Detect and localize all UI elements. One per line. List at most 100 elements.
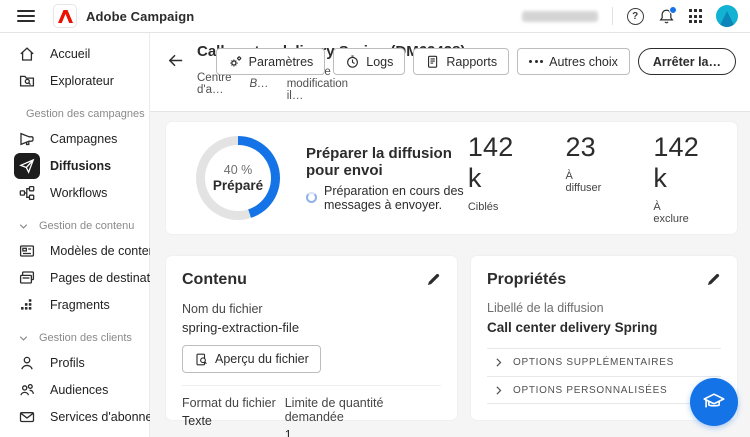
parametres-label: Paramètres — [248, 54, 314, 69]
sidebar-item-label: Explorateur — [50, 73, 114, 88]
proprietes-card-title: Propriétés — [487, 271, 567, 288]
options-supplementaires-row[interactable]: OPTIONS SUPPLÉMENTAIRES — [487, 348, 721, 376]
sidebar-item-label: Workflows — [50, 185, 108, 200]
sidebar-item-pages-de-destination[interactable]: Pages de destination — [8, 264, 167, 291]
spinner-icon — [306, 192, 317, 203]
stat-a-diffuser: 23 À diffuser — [565, 132, 601, 225]
sidebar-item-explorateur[interactable]: Explorateur — [8, 67, 141, 94]
fragments-icon — [14, 292, 40, 318]
notifications-bell-icon[interactable] — [658, 5, 677, 25]
apercu-fichier-button[interactable]: Aperçu du fichier — [182, 345, 321, 373]
landing-pages-icon — [14, 265, 40, 291]
app-switcher-icon[interactable] — [688, 9, 702, 23]
stat-label: Ciblés — [467, 200, 499, 213]
topbar: Adobe Campaign ? — [0, 0, 750, 33]
send-icon — [14, 152, 40, 179]
sidebar-item-label: Modèles de contenu — [50, 243, 163, 258]
limit-label: Limite de quantité demandée — [284, 396, 384, 424]
sidebar-item-accueil[interactable]: Accueil — [8, 40, 141, 67]
subscription-icon — [14, 404, 40, 430]
person-icon — [14, 350, 40, 376]
chevron-right-icon — [496, 358, 502, 367]
sidebar: Accueil Explorateur Gestion des campagne… — [0, 33, 180, 437]
sidebar-section-gestion-campagnes[interactable]: Gestion des campagnes — [8, 103, 145, 125]
sidebar-item-services-abonnement[interactable]: Services d'abonnement — [8, 403, 180, 430]
sidebar-item-audiences[interactable]: Audiences — [8, 376, 141, 403]
delivery-label-caption: Libellé de la diffusion — [487, 301, 604, 315]
sidebar-item-label: Diffusions — [50, 158, 112, 173]
megaphone-icon — [14, 126, 40, 152]
report-icon — [428, 55, 438, 68]
rapports-button[interactable]: Rapports — [413, 48, 510, 75]
header-actions: Paramètres Logs Rapports Autres choix Ar… — [215, 43, 736, 75]
sidebar-item-label: Campagnes — [50, 131, 118, 146]
stat-value: 142 k — [653, 131, 699, 193]
user-avatar[interactable] — [716, 5, 738, 27]
logs-label: Logs — [366, 54, 394, 69]
sidebar-section-gestion-contenu[interactable]: Gestion de contenu — [8, 215, 141, 237]
breadcrumb: Centre d'a… B… Dernière modification il… — [197, 66, 348, 102]
graduation-cap-icon — [703, 393, 725, 408]
hamburger-menu-icon[interactable] — [17, 10, 35, 22]
page-title: Call center delivery Spring (DM69428) — [197, 43, 466, 60]
file-name-label: Nom du fichier — [182, 302, 263, 316]
format-label: Format du fichier — [182, 396, 276, 410]
adobe-a-icon — [57, 9, 73, 23]
sidebar-item-workflows[interactable]: Workflows — [8, 179, 141, 206]
learning-fab-button[interactable] — [690, 378, 738, 426]
help-icon[interactable]: ? — [626, 7, 644, 25]
format-value: Texte — [182, 414, 212, 428]
notification-badge — [668, 5, 677, 14]
option-label: OPTIONS SUPPLÉMENTAIRES — [513, 357, 674, 368]
progress-ring: 40 % Préparé — [196, 136, 280, 220]
topbar-divider — [611, 7, 613, 25]
status-heading: Préparer la diffusion pour envoi — [306, 144, 452, 179]
delivery-label-value: Call center delivery Spring — [487, 320, 658, 335]
chevron-right-icon — [496, 385, 502, 395]
sidebar-item-campagnes[interactable]: Campagnes — [8, 125, 141, 152]
logs-button[interactable]: Logs — [333, 48, 406, 75]
back-button[interactable] — [166, 51, 185, 70]
sidebar-item-label: Audiences — [50, 382, 109, 397]
clock-icon — [347, 55, 359, 68]
context-label: Centre d'a… — [197, 72, 232, 96]
edit-pencil-icon[interactable] — [425, 271, 442, 288]
workflow-icon — [14, 180, 40, 206]
progress-percent: 40 % — [223, 163, 253, 177]
folder-search-icon — [14, 68, 40, 94]
arreter-label: Arrêter la… — [652, 54, 721, 69]
chevron-down-icon — [19, 223, 28, 229]
delivery-status-card: 40 % Préparé Préparer la diffusion pour … — [166, 122, 737, 234]
edit-pencil-icon[interactable] — [705, 271, 722, 288]
apercu-fichier-label: Aperçu du fichier — [215, 352, 309, 366]
stat-value: 142 k — [467, 131, 514, 193]
sidebar-item-diffusions[interactable]: Diffusions — [8, 152, 141, 179]
gear-icon — [230, 56, 241, 67]
sidebar-item-profils[interactable]: Profils — [8, 349, 141, 376]
sidebar-section-gestion-clients[interactable]: Gestion des clients — [8, 327, 141, 349]
autres-choix-button[interactable]: Autres choix — [517, 48, 630, 75]
status-label: B… — [249, 78, 269, 90]
sidebar-item-label: Accueil — [50, 46, 91, 61]
file-preview-icon — [196, 353, 207, 365]
org-name-redacted — [521, 10, 598, 22]
sidebar-item-fragments[interactable]: Fragments — [8, 291, 141, 318]
chevron-down-icon — [19, 335, 28, 341]
stat-label: À exclure — [653, 200, 689, 225]
options-personnalisees-row[interactable]: OPTIONS PERSONNALISÉES — [487, 376, 721, 404]
stat-cibles: 142 k Ciblés — [468, 132, 514, 225]
sidebar-section-label: Gestion de contenu — [39, 220, 135, 232]
option-label: OPTIONS PERSONNALISÉES — [513, 384, 668, 396]
sidebar-section-label: Gestion des clients — [39, 332, 132, 344]
app-name: Adobe Campaign — [86, 8, 195, 24]
autres-choix-label: Autres choix — [549, 54, 618, 69]
home-icon — [14, 41, 40, 67]
delivery-stats: 142 k Ciblés 23 À diffuser 142 k À exclu… — [468, 132, 699, 225]
adobe-campaign-app: Adobe Campaign ? Accueil Explorateur Ges… — [0, 0, 750, 437]
arreter-button[interactable]: Arrêter la… — [637, 48, 736, 75]
adobe-logo — [53, 4, 77, 28]
limit-value: 1 — [284, 428, 292, 437]
parametres-button[interactable]: Paramètres — [215, 48, 326, 75]
stat-value: 23 — [565, 131, 596, 162]
sidebar-item-modeles-de-contenu[interactable]: Modèles de contenu — [8, 237, 163, 264]
